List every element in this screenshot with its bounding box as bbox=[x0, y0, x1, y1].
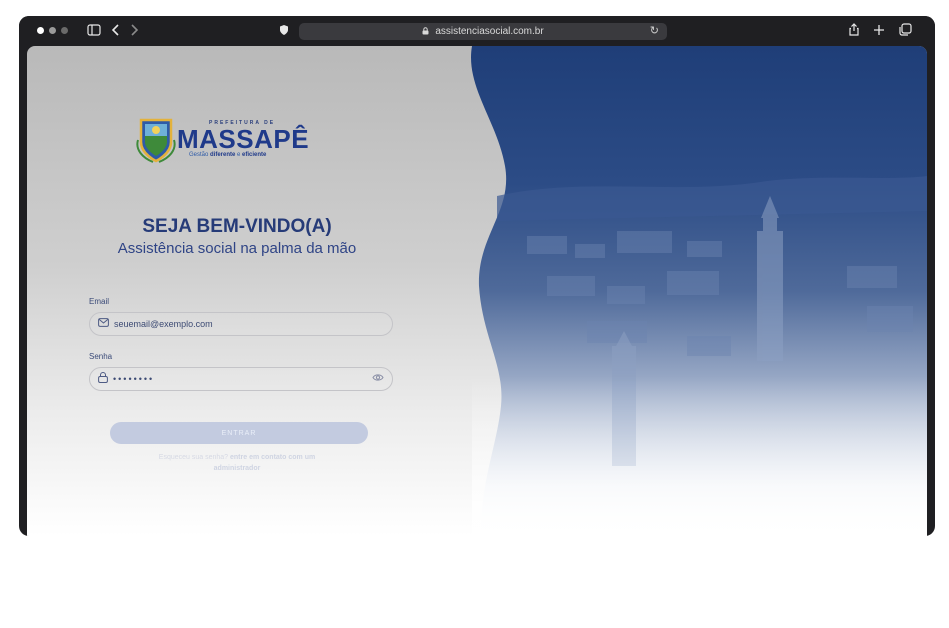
forward-icon[interactable] bbox=[129, 22, 139, 40]
share-icon[interactable] bbox=[848, 22, 860, 40]
password-value: •••••••• bbox=[113, 374, 155, 384]
close-window-button[interactable] bbox=[37, 27, 44, 34]
zoom-window-button[interactable] bbox=[61, 27, 68, 34]
plus-icon[interactable] bbox=[873, 22, 885, 40]
browser-toolbar: assistenciasocial.com.br ↻ bbox=[19, 16, 935, 46]
logo-name: MASSAPÊ bbox=[177, 124, 310, 154]
mail-icon bbox=[98, 318, 109, 330]
browser-window: assistenciasocial.com.br ↻ PREFEITURA DE… bbox=[19, 16, 935, 536]
password-field[interactable]: •••••••• bbox=[89, 367, 393, 391]
email-placeholder: seuemail@exemplo.com bbox=[114, 319, 213, 329]
page-content: PREFEITURA DE MASSAPÊ Gestão diferente e… bbox=[27, 46, 927, 536]
login-button[interactable]: ENTRAR bbox=[110, 422, 368, 444]
welcome-subtitle: Assistência social na palma da mão bbox=[117, 240, 357, 257]
password-label: Senha bbox=[89, 352, 113, 361]
reload-icon[interactable]: ↻ bbox=[650, 24, 659, 37]
lock-icon bbox=[422, 26, 429, 37]
logo-tagline: Gestão diferente e eficiente bbox=[189, 152, 267, 158]
url-text: assistenciasocial.com.br bbox=[435, 26, 544, 37]
padlock-icon bbox=[98, 372, 108, 386]
back-icon[interactable] bbox=[111, 22, 121, 40]
sidebar-icon[interactable] bbox=[87, 22, 101, 40]
email-field[interactable]: seuemail@exemplo.com bbox=[89, 312, 393, 336]
email-label: Email bbox=[89, 297, 110, 306]
minimize-window-button[interactable] bbox=[49, 27, 56, 34]
tabs-icon[interactable] bbox=[899, 22, 912, 40]
shield-icon[interactable] bbox=[279, 22, 289, 40]
forgot-password-text: Esqueceu sua senha? entre em contato com… bbox=[158, 454, 316, 472]
address-bar[interactable]: assistenciasocial.com.br ↻ bbox=[299, 23, 667, 40]
welcome-title: SEJA BEM-VINDO(A) bbox=[142, 216, 332, 237]
eye-icon[interactable] bbox=[372, 373, 384, 385]
